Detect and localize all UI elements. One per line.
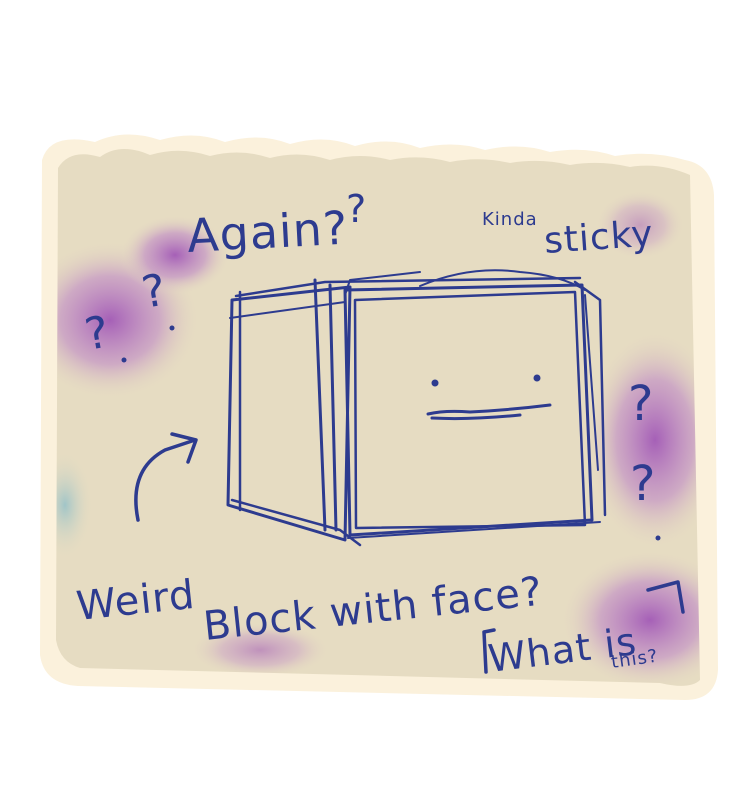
question-mark-3: ? (346, 187, 367, 231)
block-right-eye (533, 374, 541, 382)
question-mark-4: ? (628, 376, 654, 432)
text-sticky: sticky (543, 213, 655, 262)
sketch-svg: Again? Kinda sticky Weird Block with fac… (40, 134, 718, 700)
block-left-eye (431, 379, 439, 387)
sketch-canvas: Again? Kinda sticky Weird Block with fac… (0, 0, 750, 799)
dot-2 (169, 325, 175, 331)
question-mark-5: ? (630, 456, 656, 512)
text-again: Again? (186, 201, 350, 263)
dot-1 (121, 357, 127, 363)
text-kinda: Kinda (482, 209, 538, 230)
dot-3 (655, 535, 661, 541)
